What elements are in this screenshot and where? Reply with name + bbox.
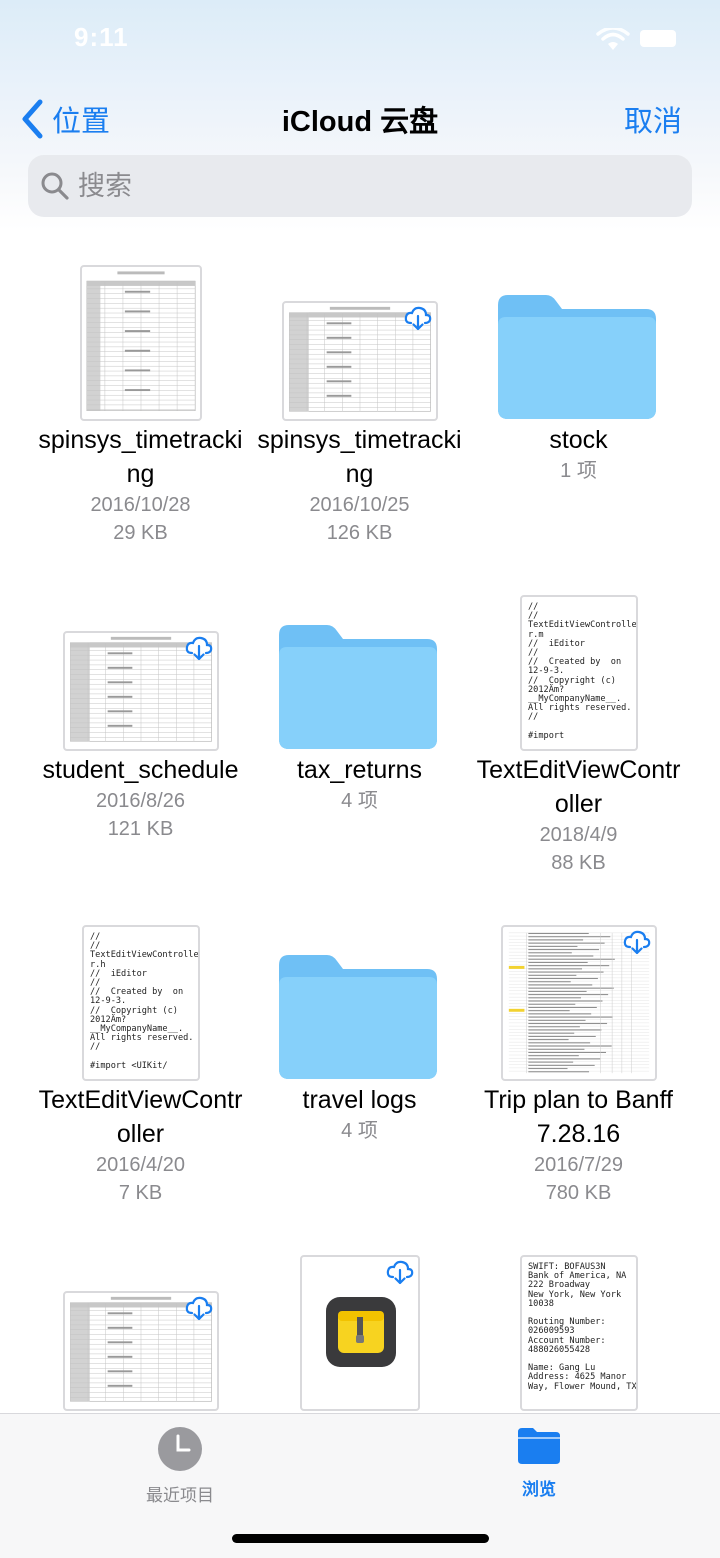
item-date: 2016/10/28 [90, 494, 191, 516]
item-thumbnail [250, 1235, 469, 1411]
item-thumbnail [31, 575, 250, 751]
code-preview-text: SWIFT: BOFAUS3N Bank of America, NA 222 … [528, 1262, 637, 1392]
search-icon [41, 172, 69, 200]
item-date: 2016/8/26 [96, 790, 185, 812]
file-item[interactable]: trip plan [31, 1235, 250, 1413]
folder-item[interactable]: travel logs 4 项 [250, 905, 469, 1145]
file-item[interactable]: spinsys_timetracking 2016/10/25 126 KB [250, 245, 469, 547]
folder-icon [518, 1428, 560, 1464]
item-size: 88 KB [551, 852, 606, 874]
folder-icon [279, 625, 437, 749]
navigation-bar: 位置 iCloud 云盘 取消 [0, 88, 720, 148]
item-size: 780 KB [545, 1182, 612, 1204]
item-name: stock [549, 426, 608, 454]
item-thumbnail [250, 245, 469, 421]
file-item[interactable]: // // TextEditViewControlle r.h // iEdit… [31, 905, 250, 1207]
wifi-icon [596, 28, 630, 50]
item-thumbnail [469, 905, 688, 1081]
item-thumbnail [250, 575, 469, 751]
folder-icon [498, 295, 656, 419]
status-bar: 9:11 [0, 0, 720, 80]
folder-item[interactable]: tax_returns 4 项 [250, 575, 469, 815]
item-date: 2016/10/25 [309, 494, 410, 516]
item-name: student_schedule [42, 756, 239, 784]
file-item[interactable]: SWIFT: BOFAUS3N Bank of America, NA 222 … [469, 1235, 688, 1413]
file-item[interactable]: archive [250, 1235, 469, 1413]
item-thumbnail [31, 245, 250, 421]
item-size: 121 KB [107, 818, 174, 840]
item-size: 7 KB [118, 1182, 163, 1204]
item-date: 2016/7/29 [534, 1154, 623, 1176]
cloud-download-icon [185, 636, 213, 661]
search-bar[interactable] [28, 155, 692, 217]
battery-icon [640, 30, 676, 47]
item-name: spinsys_timetracking [38, 426, 243, 488]
item-count: 4 项 [341, 790, 378, 812]
item-count: 4 项 [341, 1120, 378, 1142]
file-preview: // // TextEditViewControlle r.h // iEdit… [82, 925, 200, 1081]
item-name: TextEditViewController [38, 1086, 243, 1148]
file-item[interactable]: // // TextEditViewControlle r.m // iEdit… [469, 575, 688, 877]
tab-browse-label: 浏览 [522, 1480, 556, 1499]
search-input[interactable] [78, 170, 658, 202]
file-grid: spinsys_timetracking 2016/10/28 29 KB spins… [0, 230, 720, 1413]
folder-icon [279, 955, 437, 1079]
item-name: travel logs [302, 1086, 417, 1114]
code-preview-text: // // TextEditViewControlle r.h // iEdit… [90, 932, 199, 1071]
item-name: tax_returns [296, 756, 423, 784]
file-preview: SWIFT: BOFAUS3N Bank of America, NA 222 … [520, 1255, 638, 1411]
cloud-download-icon [386, 1260, 414, 1285]
cloud-download-icon [185, 1296, 213, 1321]
item-size: 29 KB [113, 522, 168, 544]
file-preview: // // TextEditViewControlle r.m // iEdit… [520, 595, 638, 751]
file-preview [80, 265, 202, 421]
item-thumbnail: // // TextEditViewControlle r.h // iEdit… [31, 905, 250, 1081]
item-thumbnail [250, 905, 469, 1081]
file-item[interactable]: student_schedule 2016/8/26 121 KB [31, 575, 250, 843]
item-name: spinsys_timetracking [257, 426, 462, 488]
item-size: 126 KB [326, 522, 393, 544]
file-item[interactable]: spinsys_timetracking 2016/10/28 29 KB [31, 245, 250, 547]
item-thumbnail: // // TextEditViewControlle r.m // iEdit… [469, 575, 688, 751]
status-time: 9:11 [74, 22, 129, 52]
home-indicator [232, 1534, 489, 1543]
cancel-button[interactable]: 取消 [624, 98, 682, 140]
item-thumbnail [31, 1235, 250, 1411]
tab-recent[interactable]: 最近项目 [110, 1426, 250, 1506]
item-name: Trip plan to Banff 7.28.16 [483, 1086, 673, 1148]
page-title: iCloud 云盘 [281, 106, 439, 138]
tab-browse[interactable]: 浏览 [469, 1426, 609, 1500]
folder-item[interactable]: stock 1 项 [469, 245, 688, 485]
tab-recent-label: 最近项目 [146, 1486, 214, 1505]
zip-archive-icon [326, 1297, 396, 1367]
spreadsheet-preview [86, 271, 196, 411]
item-count: 1 项 [560, 460, 597, 482]
item-date: 2016/4/20 [96, 1154, 185, 1176]
cloud-download-icon [623, 930, 651, 955]
file-item[interactable]: Trip plan to Banff 7.28.16 2016/7/29 780 K… [469, 905, 688, 1207]
cloud-download-icon [404, 306, 432, 331]
item-thumbnail: SWIFT: BOFAUS3N Bank of America, NA 222 … [469, 1235, 688, 1411]
clock-icon [158, 1427, 202, 1471]
item-thumbnail [469, 245, 688, 421]
item-date: 2018/4/9 [539, 824, 618, 846]
code-preview-text: // // TextEditViewControlle r.m // iEdit… [528, 602, 637, 741]
item-name: TextEditViewController [476, 756, 681, 818]
